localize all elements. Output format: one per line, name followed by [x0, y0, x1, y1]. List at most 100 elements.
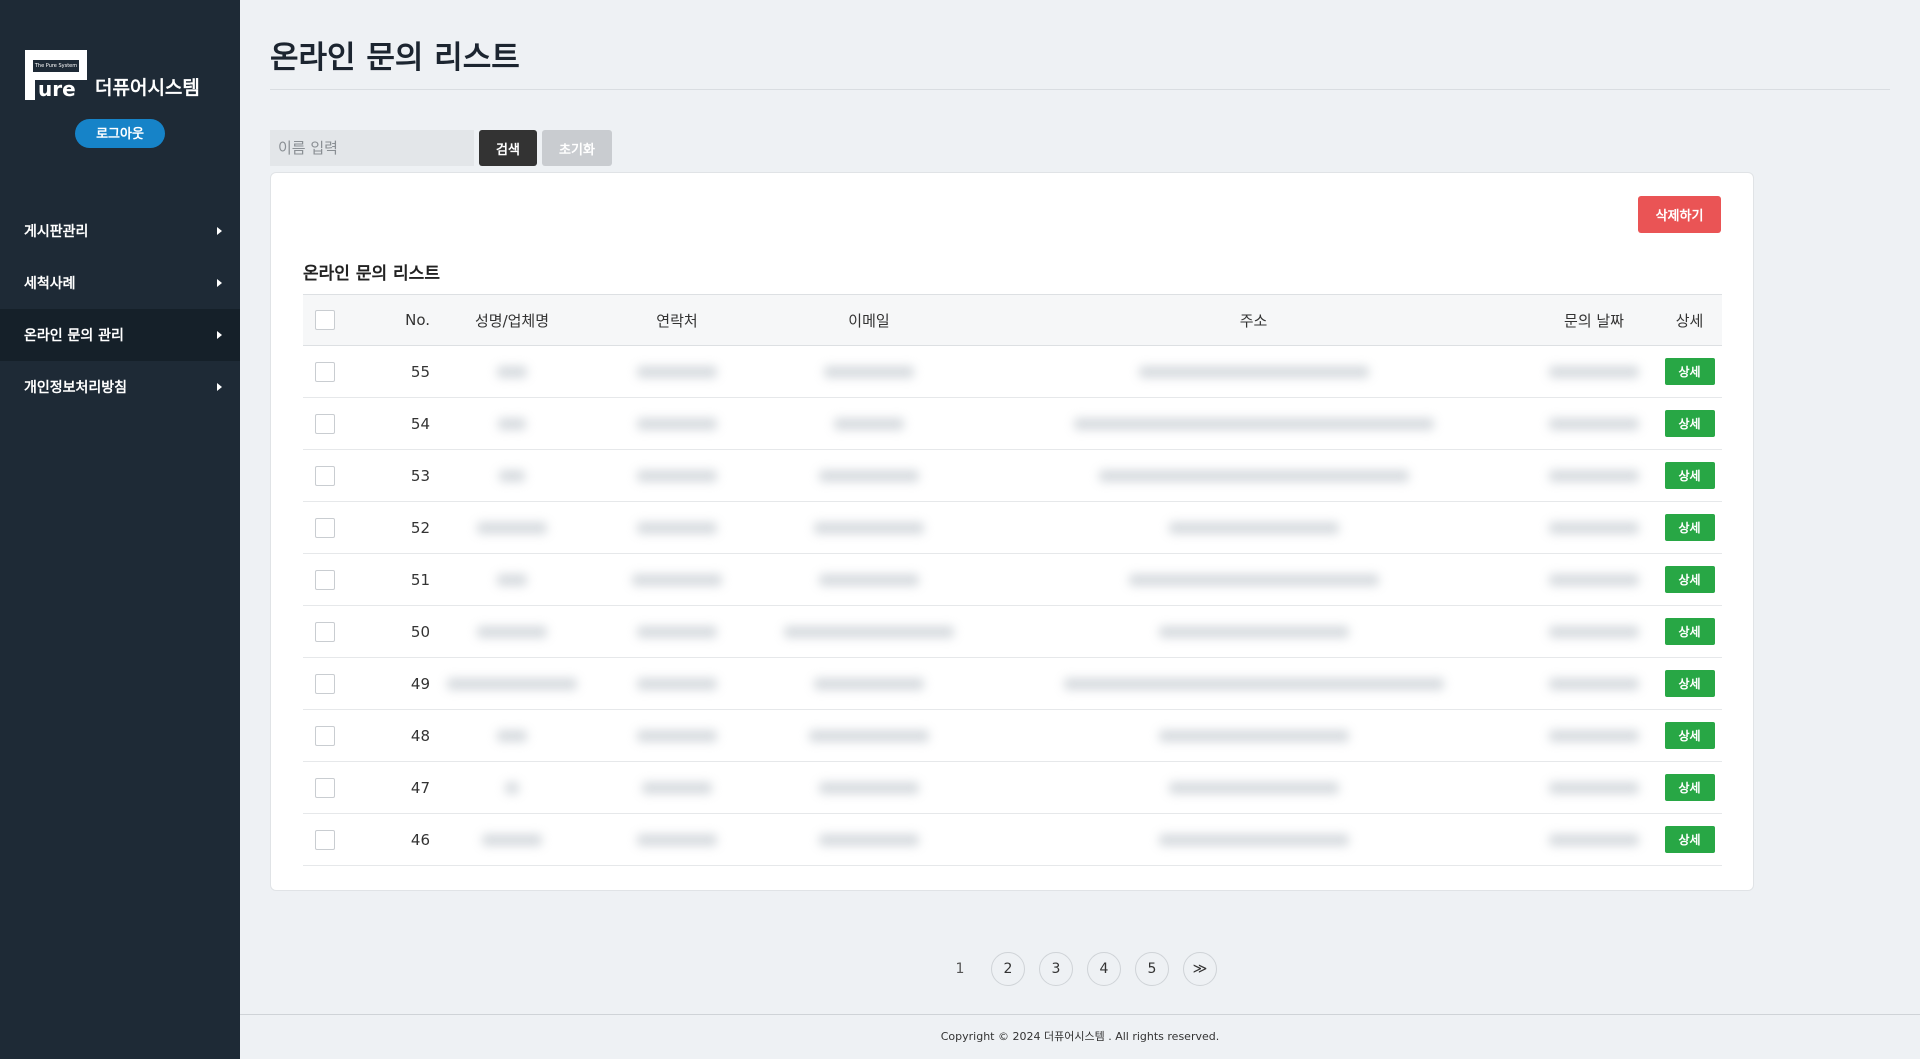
row-checkbox[interactable] [315, 829, 335, 850]
row-checkbox[interactable] [315, 777, 335, 798]
redacted-address [976, 658, 1531, 709]
delete-button[interactable]: 삭제하기 [1638, 196, 1721, 233]
redacted-email [762, 554, 976, 605]
redacted-email [762, 398, 976, 449]
redacted-email [762, 346, 976, 397]
detail-button[interactable]: 상세 [1664, 514, 1715, 541]
sidebar-item-label: 개인정보처리방침 [24, 380, 128, 396]
redacted-email [762, 450, 976, 501]
select-all-checkbox[interactable] [315, 310, 335, 330]
page-2[interactable]: 2 [991, 952, 1025, 986]
detail-button[interactable]: 상세 [1664, 722, 1715, 749]
sidebar: The Pure System ure 더퓨어시스템 로그아웃 게시판관리 세척… [0, 0, 240, 1059]
brand-logo[interactable]: The Pure System ure 더퓨어시스템 [25, 50, 200, 100]
redacted-address [976, 346, 1531, 397]
row-checkbox[interactable] [315, 673, 335, 694]
row-checkbox[interactable] [315, 621, 335, 642]
row-checkbox[interactable] [315, 413, 335, 434]
sidebar-item-label: 세척사례 [24, 276, 76, 292]
sidebar-item-label: 온라인 문의 관리 [24, 328, 124, 344]
row-number: 49 [410, 674, 430, 693]
table-row: 55 상세 [303, 346, 1722, 398]
redacted-address [976, 710, 1531, 761]
table-row: 53 상세 [303, 450, 1722, 502]
logo-tagline: The Pure System [33, 60, 79, 72]
detail-button[interactable]: 상세 [1664, 670, 1715, 697]
search-button[interactable]: 검색 [479, 130, 537, 166]
row-number: 55 [410, 362, 430, 381]
logo-mark: The Pure System ure [25, 50, 87, 100]
table-row: 49 상세 [303, 658, 1722, 710]
redacted-phone [592, 398, 762, 449]
panel-title: 온라인 문의 리스트 [303, 264, 440, 284]
detail-button[interactable]: 상세 [1664, 358, 1715, 385]
sidebar-menu: 게시판관리 세척사례 온라인 문의 관리 개인정보처리방침 [0, 205, 240, 413]
sidebar-item-board[interactable]: 게시판관리 [0, 205, 240, 257]
detail-button[interactable]: 상세 [1664, 566, 1715, 593]
redacted-address [976, 450, 1531, 501]
redacted-phone [592, 606, 762, 657]
brand-name: 더퓨어시스템 [95, 77, 200, 99]
redacted-address [976, 814, 1531, 865]
detail-button[interactable]: 상세 [1664, 826, 1715, 853]
redacted-phone [592, 762, 762, 813]
next-page-button[interactable]: ≫ [1183, 952, 1217, 986]
detail-button[interactable]: 상세 [1664, 462, 1715, 489]
redacted-date [1531, 710, 1657, 761]
page-1[interactable]: 1 [943, 952, 977, 986]
page-3[interactable]: 3 [1039, 952, 1073, 986]
column-header-no: No. [405, 311, 430, 329]
search-input[interactable] [270, 130, 474, 166]
row-number: 54 [410, 414, 430, 433]
caret-right-icon [217, 279, 222, 287]
redacted-name [432, 710, 592, 761]
reset-button[interactable]: 초기화 [542, 130, 612, 166]
detail-button[interactable]: 상세 [1664, 618, 1715, 645]
table-row: 51 상세 [303, 554, 1722, 606]
inquiry-panel: 삭제하기 온라인 문의 리스트 No. 성명/업체명 연락처 이메일 주소 문의… [270, 172, 1754, 891]
table-row: 46 상세 [303, 814, 1722, 866]
row-checkbox[interactable] [315, 569, 335, 590]
footer-copyright: Copyright © 2024 더퓨어시스템 . All rights res… [940, 1030, 1220, 1043]
page-4[interactable]: 4 [1087, 952, 1121, 986]
row-number: 47 [410, 778, 430, 797]
redacted-address [976, 554, 1531, 605]
redacted-name [432, 814, 592, 865]
column-header-address: 주소 [1239, 311, 1268, 330]
logout-button[interactable]: 로그아웃 [75, 119, 165, 148]
sidebar-item-privacy-policy[interactable]: 개인정보처리방침 [0, 361, 240, 413]
table-header: No. 성명/업체명 연락처 이메일 주소 문의 날짜 상세 [303, 294, 1722, 346]
redacted-date [1531, 346, 1657, 397]
table-row: 54 상세 [303, 398, 1722, 450]
row-number: 48 [410, 726, 430, 745]
page-5[interactable]: 5 [1135, 952, 1169, 986]
logo-word: ure [38, 77, 76, 101]
redacted-email [762, 710, 976, 761]
redacted-phone [592, 554, 762, 605]
caret-right-icon [217, 331, 222, 339]
page-title: 온라인 문의 리스트 [270, 40, 520, 76]
row-checkbox[interactable] [315, 725, 335, 746]
row-checkbox[interactable] [315, 361, 335, 382]
caret-right-icon [217, 383, 222, 391]
row-checkbox[interactable] [315, 465, 335, 486]
sidebar-item-online-inquiry[interactable]: 온라인 문의 관리 [0, 309, 240, 361]
detail-button[interactable]: 상세 [1664, 774, 1715, 801]
detail-button[interactable]: 상세 [1664, 410, 1715, 437]
row-number: 51 [410, 570, 430, 589]
redacted-email [762, 762, 976, 813]
redacted-phone [592, 346, 762, 397]
redacted-date [1531, 658, 1657, 709]
sidebar-item-cleaning-cases[interactable]: 세척사례 [0, 257, 240, 309]
table-body: 55 상세 54 상세 53 상세 52 상세 51 상세 50 상세 49 상세 48 상세 47 상세 46 상세 [303, 346, 1722, 866]
column-header-phone: 연락처 [656, 311, 698, 330]
redacted-phone [592, 658, 762, 709]
pagination: 1 2 3 4 5 ≫ [943, 952, 1217, 986]
redacted-email [762, 814, 976, 865]
redacted-date [1531, 606, 1657, 657]
row-checkbox[interactable] [315, 517, 335, 538]
redacted-date [1531, 502, 1657, 553]
redacted-date [1531, 762, 1657, 813]
redacted-name [432, 346, 592, 397]
table-row: 50 상세 [303, 606, 1722, 658]
